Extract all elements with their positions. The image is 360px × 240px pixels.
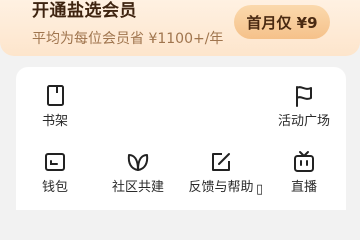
- menu-grid: 书架 活动广场 钱包 社区共建 反馈与帮助 直播 ▯: [16, 67, 346, 210]
- vip-cta-button[interactable]: 首月仅 ¥9: [234, 5, 330, 39]
- menu-item-activity-plaza[interactable]: 活动广场: [264, 83, 344, 133]
- menu-item-wallet[interactable]: 钱包: [15, 149, 95, 199]
- menu-item-feedback-help[interactable]: 反馈与帮助: [181, 149, 261, 199]
- menu-item-label: 钱包: [41, 180, 68, 195]
- menu-item-community[interactable]: 社区共建: [98, 149, 178, 199]
- vip-membership-banner[interactable]: 开通盐选会员 平均为每位会员省 ¥1100+/年 首月仅 ¥9: [0, 0, 360, 56]
- menu-item-label: 反馈与帮助: [188, 180, 254, 195]
- menu-item-bookshelf[interactable]: 书架: [15, 83, 95, 133]
- live-tv-icon: [294, 151, 314, 172]
- occluded-label-fragment: ▯: [256, 184, 262, 196]
- menu-item-label: 书架: [41, 114, 68, 129]
- vip-title: 开通盐选会员: [32, 1, 137, 21]
- menu-item-label: 社区共建: [111, 180, 164, 195]
- vip-subtitle: 平均为每位会员省 ¥1100+/年: [32, 31, 224, 47]
- feedback-icon: [212, 153, 230, 171]
- wallet-icon: [45, 153, 65, 171]
- menu-item-label: 直播: [290, 180, 317, 195]
- flag-icon: [296, 86, 312, 107]
- menu-item-label: 活动广场: [277, 114, 330, 129]
- community-icon: [127, 154, 149, 171]
- bookshelf-icon: [47, 85, 64, 106]
- menu-item-live[interactable]: 直播: [264, 149, 344, 199]
